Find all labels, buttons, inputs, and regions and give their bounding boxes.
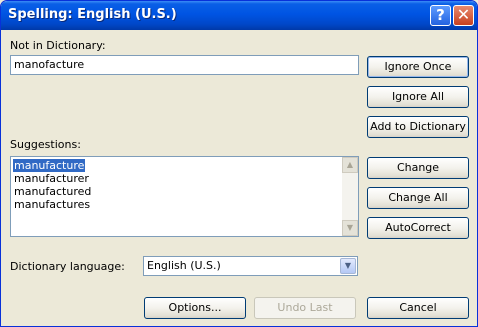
window-title: Spelling: English (U.S.) — [8, 7, 177, 22]
title-bar[interactable]: Spelling: English (U.S.) ? ✕ — [1, 1, 477, 30]
cancel-button[interactable]: Cancel — [367, 297, 469, 319]
not-in-dictionary-label: Not in Dictionary: — [10, 39, 106, 52]
not-in-dictionary-field[interactable]: manofacture — [10, 55, 359, 75]
not-in-dictionary-value: manofacture — [14, 58, 85, 71]
add-to-dictionary-button[interactable]: Add to Dictionary — [367, 116, 469, 138]
dictionary-language-value: English (U.S.) — [147, 259, 221, 272]
suggestion-item[interactable]: manufacturer — [13, 172, 90, 185]
suggestions-list[interactable]: manufacture manufacturer manufactured ma… — [10, 156, 359, 237]
undo-last-button[interactable]: Undo Last — [254, 297, 356, 319]
scroll-down-arrow-icon[interactable]: ▼ — [342, 220, 358, 236]
suggestion-item[interactable]: manufactured — [13, 185, 92, 198]
change-all-button[interactable]: Change All — [367, 187, 469, 209]
suggestion-item-selected[interactable]: manufacture — [11, 158, 87, 173]
close-icon[interactable]: ✕ — [453, 5, 474, 26]
help-icon[interactable]: ? — [430, 5, 451, 26]
autocorrect-button[interactable]: AutoCorrect — [367, 217, 469, 239]
ignore-all-button[interactable]: Ignore All — [367, 86, 469, 108]
options-button[interactable]: Options... — [144, 297, 246, 319]
dropdown-arrow-icon[interactable]: ▼ — [340, 258, 356, 274]
change-button[interactable]: Change — [367, 157, 469, 179]
suggestion-item[interactable]: manufactures — [13, 198, 91, 211]
scroll-up-arrow-icon[interactable]: ▲ — [342, 157, 358, 173]
suggestions-scrollbar[interactable]: ▲ ▼ — [342, 157, 358, 236]
suggestions-label: Suggestions: — [10, 138, 81, 151]
ignore-once-button[interactable]: Ignore Once — [367, 56, 469, 78]
dictionary-language-select[interactable]: English (U.S.) ▼ — [143, 256, 358, 276]
dictionary-language-label: Dictionary language: — [10, 260, 125, 273]
spelling-dialog: Spelling: English (U.S.) ? ✕ Not in Dict… — [0, 0, 478, 327]
